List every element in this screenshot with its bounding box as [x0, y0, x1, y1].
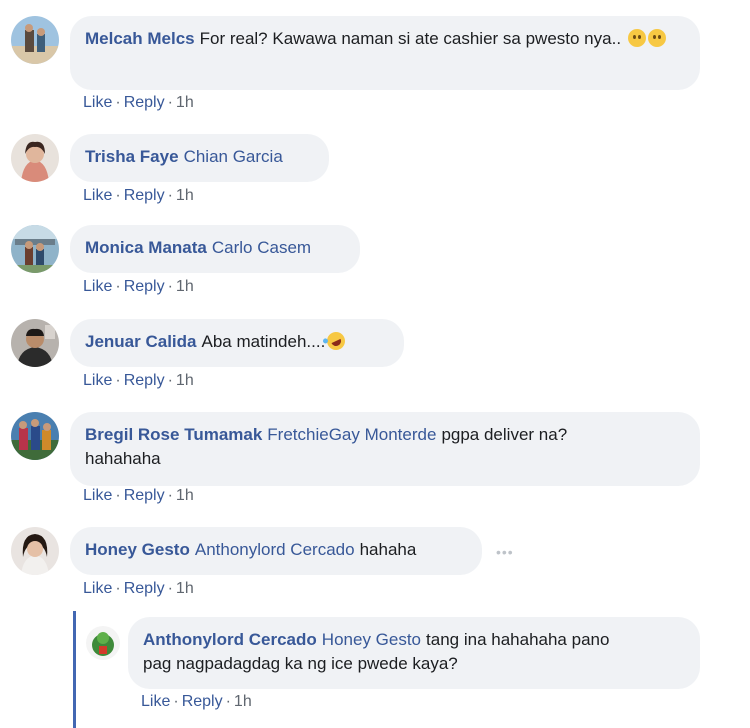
- tagged-user[interactable]: Anthonylord Cercado: [195, 540, 355, 559]
- comment-bubble: Melcah Melcs For real? Kawawa naman si at…: [70, 16, 700, 90]
- comment-text: hahaha: [359, 540, 417, 559]
- more-options-icon[interactable]: •••: [496, 544, 514, 560]
- tagged-user[interactable]: Carlo Casem: [212, 238, 311, 257]
- author-name[interactable]: Honey Gesto: [85, 540, 190, 559]
- separator: ·: [167, 94, 173, 111]
- author-name[interactable]: Bregil Rose Tumamak: [85, 425, 262, 444]
- author-name[interactable]: Melcah Melcs: [85, 29, 195, 48]
- like-link[interactable]: Like: [83, 487, 112, 504]
- separator: ·: [167, 278, 173, 295]
- timestamp[interactable]: 1h: [176, 187, 194, 204]
- comment-text-line-2: pag nagpadagdag ka ng ice pwede kaya?: [143, 654, 458, 673]
- author-name[interactable]: Trisha Faye: [85, 147, 179, 166]
- comment-actions: Like · Reply · 1h: [83, 278, 194, 296]
- comment-thread: Melcah Melcs For real? Kawawa naman si at…: [0, 0, 750, 728]
- comment-bubble: Jenuar Calida Aba matindeh....: [70, 319, 404, 367]
- separator: ·: [167, 487, 173, 504]
- avatar[interactable]: [11, 319, 59, 367]
- reply-thread-line: [73, 611, 76, 728]
- separator: ·: [167, 580, 173, 597]
- separator: ·: [115, 278, 121, 295]
- comment-actions: Like · Reply · 1h: [83, 94, 194, 112]
- timestamp[interactable]: 1h: [176, 94, 194, 111]
- rolling-on-floor-laughing-emoji-icon: [324, 329, 349, 353]
- separator: ·: [173, 693, 179, 710]
- reply-link[interactable]: Reply: [124, 187, 165, 204]
- avatar[interactable]: [11, 527, 59, 575]
- separator: ·: [115, 94, 121, 111]
- comment-actions: Like · Reply · 1h: [141, 693, 252, 711]
- author-name[interactable]: Jenuar Calida: [85, 332, 197, 351]
- tagged-user[interactable]: Honey Gesto: [322, 630, 421, 649]
- reply-link[interactable]: Reply: [124, 278, 165, 295]
- reply-link[interactable]: Reply: [124, 372, 165, 389]
- comment-text: Aba matindeh....: [201, 332, 326, 351]
- reply-link[interactable]: Reply: [124, 580, 165, 597]
- comment-text-line-1: tang ina hahahaha pano: [426, 630, 610, 649]
- separator: ·: [115, 187, 121, 204]
- comment-bubble: Honey Gesto Anthonylord Cercado hahaha: [70, 527, 482, 575]
- reply-link[interactable]: Reply: [182, 693, 223, 710]
- separator: ·: [225, 693, 231, 710]
- avatar[interactable]: [11, 16, 59, 64]
- separator: ·: [167, 187, 173, 204]
- timestamp[interactable]: 1h: [176, 580, 194, 597]
- comment-text: For real? Kawawa naman si ate cashier sa…: [199, 29, 622, 48]
- like-link[interactable]: Like: [83, 278, 112, 295]
- comment-text-line-1: pgpa deliver na?: [441, 425, 568, 444]
- author-name[interactable]: Anthonylord Cercado: [143, 630, 317, 649]
- timestamp[interactable]: 1h: [234, 693, 252, 710]
- like-link[interactable]: Like: [141, 693, 170, 710]
- comment-bubble: Bregil Rose Tumamak FretchieGay Monterde p…: [70, 412, 700, 486]
- author-name[interactable]: Monica Manata: [85, 238, 207, 257]
- like-link[interactable]: Like: [83, 580, 112, 597]
- like-link[interactable]: Like: [83, 187, 112, 204]
- avatar[interactable]: [11, 412, 59, 460]
- timestamp[interactable]: 1h: [176, 278, 194, 295]
- comment-bubble: Anthonylord Cercado Honey Gesto tang ina h…: [128, 617, 700, 689]
- pleading-face-emoji-icon: [627, 29, 646, 47]
- avatar[interactable]: [11, 134, 59, 182]
- comment-actions: Like · Reply · 1h: [83, 580, 194, 598]
- timestamp[interactable]: 1h: [176, 372, 194, 389]
- reply-link[interactable]: Reply: [124, 94, 165, 111]
- separator: ·: [115, 372, 121, 389]
- comment-actions: Like · Reply · 1h: [83, 487, 194, 505]
- separator: ·: [115, 487, 121, 504]
- comment-bubble: Monica Manata Carlo Casem: [70, 225, 360, 273]
- like-link[interactable]: Like: [83, 372, 112, 389]
- timestamp[interactable]: 1h: [176, 487, 194, 504]
- separator: ·: [167, 372, 173, 389]
- tagged-user[interactable]: Chian Garcia: [184, 147, 283, 166]
- comment-actions: Like · Reply · 1h: [83, 372, 194, 390]
- avatar[interactable]: [11, 225, 59, 273]
- comment-text-line-2: hahahaha: [85, 449, 161, 468]
- comment-bubble: Trisha Faye Chian Garcia: [70, 134, 329, 182]
- separator: ·: [115, 580, 121, 597]
- like-link[interactable]: Like: [83, 94, 112, 111]
- reply-link[interactable]: Reply: [124, 487, 165, 504]
- tagged-user[interactable]: FretchieGay Monterde: [267, 425, 436, 444]
- pleading-face-emoji-icon: [647, 29, 666, 47]
- comment-actions: Like · Reply · 1h: [83, 187, 194, 205]
- avatar[interactable]: [86, 626, 120, 660]
